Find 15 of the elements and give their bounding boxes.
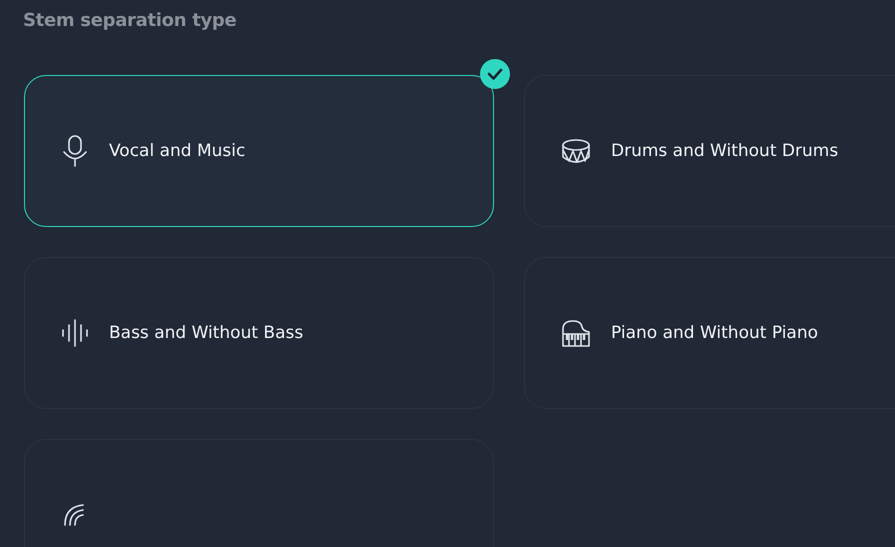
piano-icon — [561, 319, 591, 347]
sound-wave-icon — [61, 319, 89, 347]
option-card[interactable]: Piano and Without Piano — [524, 257, 895, 409]
option-card[interactable] — [24, 439, 494, 547]
section-title: Stem separation type — [23, 10, 238, 31]
option-label: Drums and Without Drums — [611, 141, 838, 161]
checkmark-icon — [480, 59, 510, 89]
option-card[interactable]: Drums and Without Drums — [524, 75, 895, 227]
microphone-icon — [61, 135, 89, 167]
option-card[interactable]: Vocal and Music — [24, 75, 494, 227]
option-label: Bass and Without Bass — [109, 323, 304, 343]
option-label: Piano and Without Piano — [611, 323, 818, 343]
option-card[interactable]: Bass and Without Bass — [24, 257, 494, 409]
drum-icon — [561, 138, 591, 164]
option-label: Vocal and Music — [109, 141, 246, 161]
